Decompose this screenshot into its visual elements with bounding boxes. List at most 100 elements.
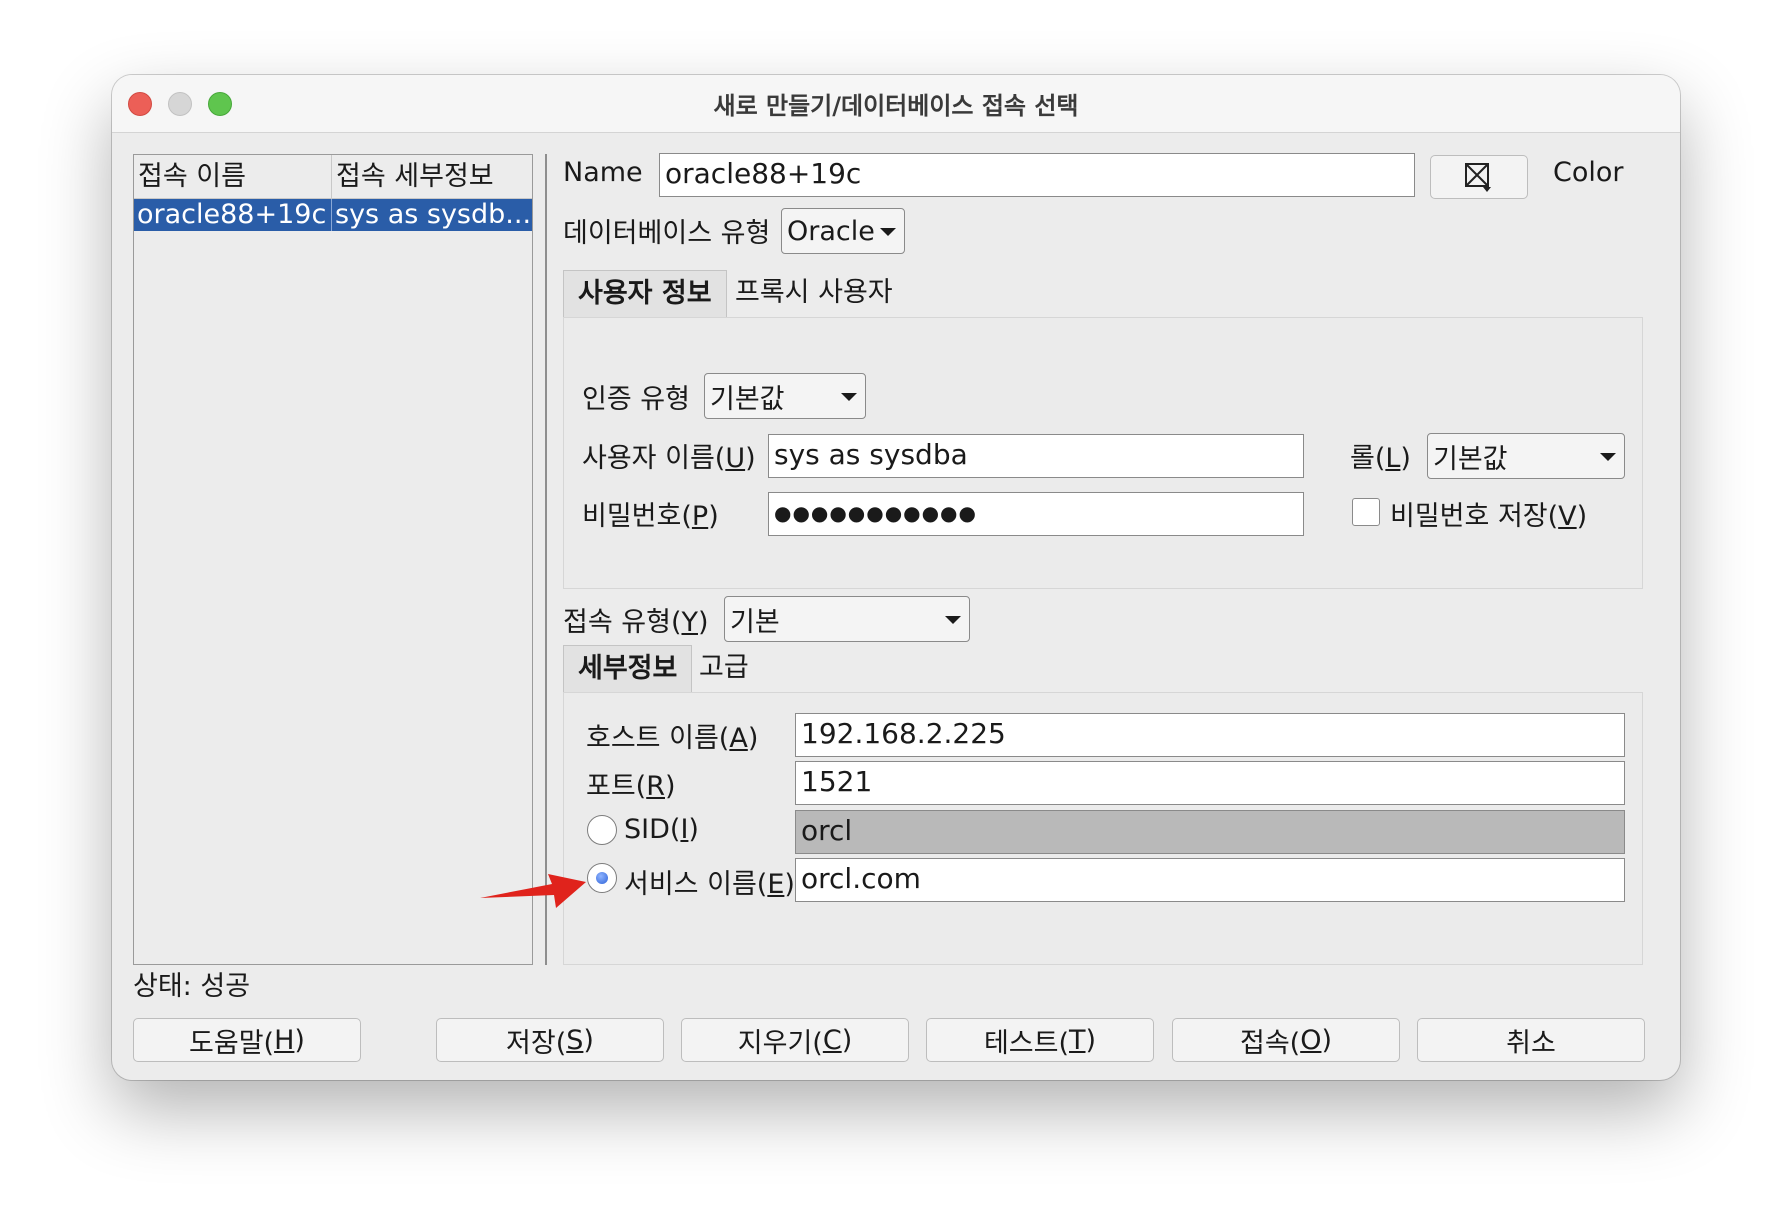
- color-label: Color: [1553, 157, 1624, 188]
- chevron-down-icon: [1600, 453, 1616, 461]
- password-label: 비밀번호(P): [582, 494, 719, 533]
- cancel-button-label: 취소: [1506, 1027, 1556, 1059]
- host-label-close: ): [747, 723, 759, 754]
- tab-advanced[interactable]: 고급: [699, 645, 749, 691]
- save-button-label: 저장(: [506, 1027, 567, 1059]
- sid-input: orcl: [795, 810, 1625, 854]
- save-password-label-close: ): [1576, 501, 1588, 532]
- clear-button[interactable]: 지우기(C): [681, 1018, 909, 1062]
- window-title: 새로 만들기/데이터베이스 접속 선택: [713, 92, 1079, 120]
- role-mnemonic: L: [1385, 443, 1401, 474]
- chevron-down-icon: [880, 228, 896, 236]
- conn-type-label: 접속 유형(Y): [563, 600, 709, 639]
- host-label: 호스트 이름(A): [586, 716, 758, 755]
- tab-proxy-user[interactable]: 프록시 사용자: [735, 270, 893, 316]
- role-label-text: 롤(: [1350, 443, 1386, 474]
- conn-type-mnemonic: Y: [681, 607, 698, 638]
- test-mnemonic: T: [1069, 1024, 1086, 1056]
- save-password-label-text: 비밀번호 저장(: [1390, 501, 1559, 532]
- minimize-window-button[interactable]: [168, 92, 192, 116]
- service-name-input[interactable]: orcl.com: [795, 858, 1625, 902]
- table-row[interactable]: oracle88+19c sys as sysdb...: [134, 199, 532, 231]
- help-mnemonic: H: [274, 1024, 295, 1056]
- host-mnemonic: A: [729, 723, 748, 754]
- clear-button-label: 지우기(: [737, 1027, 823, 1059]
- help-button[interactable]: 도움말(H): [133, 1018, 361, 1062]
- tab-details[interactable]: 세부정보: [563, 645, 693, 693]
- sid-label-text: SID(: [624, 814, 681, 845]
- help-button-close: ): [294, 1024, 305, 1056]
- save-mnemonic: S: [566, 1024, 584, 1056]
- username-input[interactable]: sys as sysdba: [768, 434, 1304, 478]
- service-name-mnemonic: E: [767, 869, 785, 900]
- status-text: 상태: 성공: [133, 971, 251, 1002]
- save-button-close: ): [583, 1024, 594, 1056]
- password-label-text: 비밀번호(: [582, 501, 692, 532]
- chevron-down-icon: [841, 393, 857, 401]
- name-input[interactable]: oracle88+19c: [659, 153, 1415, 197]
- port-mnemonic: R: [646, 771, 665, 802]
- conn-type-label-close: ): [697, 607, 709, 638]
- port-label-text: 포트(: [586, 771, 647, 802]
- service-name-label-text: 서비스 이름(: [624, 869, 768, 900]
- auth-type-label: 인증 유형: [582, 384, 690, 415]
- save-button[interactable]: 저장(S): [436, 1018, 664, 1062]
- host-label-text: 호스트 이름(: [586, 723, 730, 754]
- column-header-connection-name[interactable]: 접속 이름: [134, 155, 332, 199]
- username-label: 사용자 이름(U): [582, 436, 756, 475]
- splitter-divider[interactable]: [545, 154, 547, 965]
- role-select[interactable]: 기본값: [1427, 433, 1625, 479]
- service-name-radio[interactable]: [587, 863, 617, 893]
- db-type-label: 데이터베이스 유형: [563, 218, 771, 249]
- conn-type-value: 기본: [730, 606, 780, 638]
- port-input[interactable]: 1521: [795, 761, 1625, 805]
- password-mnemonic: P: [691, 501, 709, 532]
- close-window-button[interactable]: [128, 92, 152, 116]
- port-label: 포트(R): [586, 764, 676, 803]
- cancel-button[interactable]: 취소: [1417, 1018, 1645, 1062]
- username-label-text: 사용자 이름(: [582, 443, 726, 474]
- title-bar: 새로 만들기/데이터베이스 접속 선택: [112, 75, 1680, 133]
- connection-name-cell: oracle88+19c: [134, 199, 332, 231]
- save-password-label: 비밀번호 저장(V): [1390, 494, 1587, 533]
- service-name-label-close: ): [784, 869, 795, 900]
- annotation-arrow-icon: [480, 874, 586, 908]
- db-type-select[interactable]: Oracle: [781, 208, 905, 254]
- service-name-label: 서비스 이름(E): [624, 862, 795, 901]
- password-input[interactable]: ●●●●●●●●●●●: [768, 492, 1304, 536]
- role-label: 롤(L): [1350, 436, 1411, 475]
- username-label-close: ): [745, 443, 756, 474]
- test-button-label: 테스트(: [983, 1027, 1069, 1059]
- connection-dialog: 새로 만들기/데이터베이스 접속 선택 접속 이름 접속 세부정보 oracle…: [112, 75, 1680, 1080]
- tab-user-info[interactable]: 사용자 정보: [563, 270, 727, 318]
- sid-label: SID(I): [624, 814, 699, 845]
- test-button-close: ): [1085, 1024, 1097, 1056]
- host-input[interactable]: 192.168.2.225: [795, 713, 1625, 757]
- role-label-close: ): [1400, 443, 1411, 474]
- test-button[interactable]: 테스트(T): [926, 1018, 1154, 1062]
- conn-type-select[interactable]: 기본: [724, 596, 970, 642]
- connect-button-label: 접속(: [1239, 1027, 1301, 1059]
- name-label: Name: [563, 157, 643, 188]
- auth-type-select[interactable]: 기본값: [704, 373, 866, 419]
- color-swatch-icon: [1465, 163, 1491, 192]
- sid-radio[interactable]: [587, 815, 617, 845]
- save-password-mnemonic: V: [1558, 501, 1577, 532]
- connection-details-cell: sys as sysdb...: [335, 199, 532, 230]
- clear-button-close: ): [841, 1024, 853, 1056]
- chevron-down-icon: [945, 616, 961, 624]
- connect-mnemonic: O: [1300, 1024, 1322, 1056]
- connect-button-close: ): [1321, 1024, 1333, 1056]
- port-label-close: ): [664, 771, 676, 802]
- color-picker-button[interactable]: [1430, 155, 1528, 199]
- zoom-window-button[interactable]: [208, 92, 232, 116]
- column-header-connection-details[interactable]: 접속 세부정보: [332, 155, 532, 199]
- auth-type-value: 기본값: [710, 383, 785, 415]
- password-label-close: ): [708, 501, 719, 532]
- save-password-checkbox[interactable]: [1352, 498, 1380, 526]
- db-type-value: Oracle: [787, 215, 875, 247]
- connect-button[interactable]: 접속(O): [1172, 1018, 1400, 1062]
- clear-mnemonic: C: [822, 1024, 842, 1056]
- connection-list[interactable]: 접속 이름 접속 세부정보 oracle88+19c sys as sysdb.…: [133, 154, 533, 965]
- username-mnemonic: U: [725, 443, 746, 474]
